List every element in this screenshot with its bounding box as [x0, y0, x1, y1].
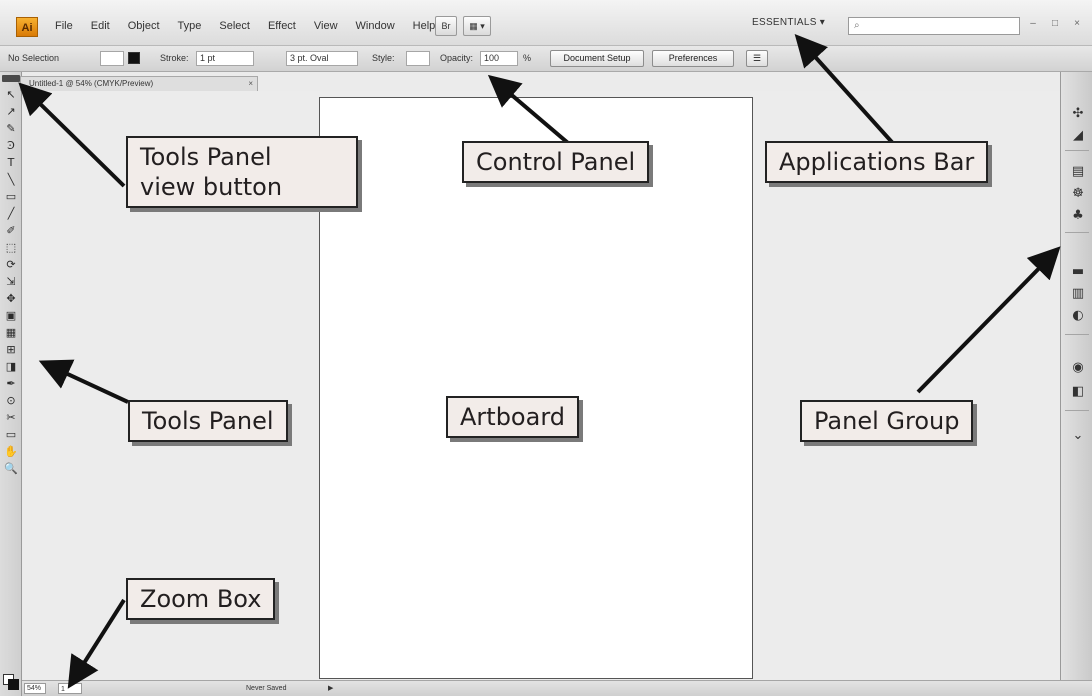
applications-bar: Ai File Edit Object Type Select Effect V… — [0, 0, 1092, 46]
layers-panel-icon[interactable]: ⌄ — [1069, 428, 1087, 444]
arrange-documents-button[interactable]: ▦ ▾ — [463, 16, 491, 36]
line-tool-icon[interactable]: ╲ — [3, 171, 19, 188]
brush-definition-dropdown[interactable]: 3 pt. Oval — [286, 51, 358, 66]
stroke-swatch[interactable] — [8, 679, 19, 690]
selection-status: No Selection — [8, 53, 60, 63]
callout-zoom-box: Zoom Box — [126, 578, 276, 620]
tools-list: ↖ ↗ ✎ Ͽ T ╲ ▭ ╱ ✐ ⬚ ⟳ ⇲ ✥ ▣ ▦ ⊞ ◨ ✒ ⊙ ✂ … — [3, 86, 19, 477]
menu-effect[interactable]: Effect — [261, 19, 303, 33]
document-tab-title: Untitled-1 @ 54% (CMYK/Preview) — [29, 79, 154, 88]
gradient-panel-icon[interactable]: ▥ — [1069, 286, 1087, 302]
rectangle-tool-icon[interactable]: ▭ — [3, 188, 19, 205]
window-controls: – □ × — [1024, 17, 1086, 31]
fill-stroke-selector[interactable] — [3, 672, 19, 690]
search-icon: ⌕ — [854, 20, 860, 31]
callout-tools-panel-view-button: Tools Panel view button — [126, 136, 358, 208]
panel-divider — [1065, 232, 1089, 233]
magic-wand-tool-icon[interactable]: ✎ — [3, 120, 19, 137]
callout-text-line-2: view button — [140, 173, 283, 201]
type-tool-icon[interactable]: T — [3, 154, 19, 171]
hand-tool-icon[interactable]: ✋ — [3, 443, 19, 460]
selection-tool-icon[interactable]: ↖ — [3, 86, 19, 103]
artboard-navigation-field[interactable]: 1 — [58, 683, 82, 694]
control-panel: No Selection Stroke: 1 pt 3 pt. Oval Sty… — [0, 46, 1092, 72]
color-guide-panel-icon[interactable]: ✣ — [1069, 106, 1087, 122]
menu-window[interactable]: Window — [349, 19, 402, 33]
illustrator-logo: Ai — [16, 17, 38, 37]
close-button[interactable]: × — [1068, 17, 1086, 31]
stroke-color-swatch[interactable] — [128, 52, 140, 64]
document-tab[interactable]: Untitled-1 @ 54% (CMYK/Preview) × — [20, 76, 258, 91]
menu-file[interactable]: File — [48, 19, 80, 33]
callout-applications-bar: Applications Bar — [765, 141, 989, 183]
graphic-styles-panel-icon[interactable]: ◧ — [1069, 384, 1087, 400]
menu-object[interactable]: Object — [121, 19, 167, 33]
panel-divider — [1065, 410, 1089, 411]
panel-divider — [1065, 334, 1089, 335]
document-status[interactable]: Never Saved — [246, 683, 286, 694]
tools-panel: ↖ ↗ ✎ Ͽ T ╲ ▭ ╱ ✐ ⬚ ⟳ ⇲ ✥ ▣ ▦ ⊞ ◨ ✒ ⊙ ✂ … — [0, 72, 22, 696]
mesh-tool-icon[interactable]: ⊞ — [3, 341, 19, 358]
opacity-label[interactable]: Opacity: — [440, 53, 473, 63]
minimize-button[interactable]: – — [1024, 17, 1042, 31]
style-label: Style: — [372, 53, 395, 63]
panel-menu-button[interactable]: ☰ — [746, 50, 768, 67]
direct-selection-tool-icon[interactable]: ↗ — [3, 103, 19, 120]
workspace-switcher[interactable]: ESSENTIALS ▾ — [752, 17, 825, 28]
menu-edit[interactable]: Edit — [84, 19, 117, 33]
callout-artboard: Artboard — [446, 396, 579, 438]
color-panel-icon[interactable]: ◢ — [1069, 128, 1087, 144]
brushes-panel-icon[interactable]: ♣ — [1069, 208, 1087, 224]
appearance-panel-icon[interactable]: ◉ — [1069, 360, 1087, 376]
menu-bar: File Edit Object Type Select Effect View… — [48, 19, 442, 33]
artboard-tool-icon[interactable]: ▭ — [3, 426, 19, 443]
graphic-style-dropdown[interactable] — [406, 51, 430, 66]
symbol-sprayer-tool-icon[interactable]: ▣ — [3, 307, 19, 324]
zoom-box[interactable]: 54% — [24, 683, 46, 694]
status-bar: 54% 1 Never Saved ▶ — [22, 680, 1092, 696]
scale-tool-icon[interactable]: ⇲ — [3, 273, 19, 290]
eraser-tool-icon[interactable]: ⬚ — [3, 239, 19, 256]
pencil-tool-icon[interactable]: ✐ — [3, 222, 19, 239]
document-setup-button[interactable]: Document Setup — [550, 50, 644, 67]
panel-group: ✣ ◢ ▤ ☸ ♣ ▬ ▥ ◐ ◉ ◧ ⌄ — [1060, 72, 1092, 680]
bridge-button[interactable]: Br — [435, 16, 457, 36]
menu-select[interactable]: Select — [212, 19, 257, 33]
fill-color-dropdown[interactable] — [100, 51, 124, 66]
callout-text-line-1: Tools Panel — [140, 143, 272, 171]
blend-tool-icon[interactable]: ⊙ — [3, 392, 19, 409]
illustrator-window: Ai File Edit Object Type Select Effect V… — [0, 0, 1092, 696]
preferences-button[interactable]: Preferences — [652, 50, 734, 67]
panel-divider — [1065, 150, 1089, 151]
stroke-label[interactable]: Stroke: — [160, 53, 189, 63]
maximize-button[interactable]: □ — [1046, 17, 1064, 31]
opacity-field[interactable]: 100 — [480, 51, 518, 66]
rotate-tool-icon[interactable]: ⟳ — [3, 256, 19, 273]
opacity-unit: % — [523, 53, 532, 63]
graph-tool-icon[interactable]: ▦ — [3, 324, 19, 341]
eyedropper-tool-icon[interactable]: ✒ — [3, 375, 19, 392]
menu-view[interactable]: View — [307, 19, 345, 33]
symbols-panel-icon[interactable]: ☸ — [1069, 186, 1087, 202]
status-menu-arrow[interactable]: ▶ — [328, 683, 333, 694]
transparency-panel-icon[interactable]: ◐ — [1069, 308, 1087, 324]
free-transform-tool-icon[interactable]: ✥ — [3, 290, 19, 307]
callout-panel-group: Panel Group — [800, 400, 974, 442]
search-input[interactable]: ⌕ — [848, 17, 1020, 35]
callout-tools-panel: Tools Panel — [128, 400, 288, 442]
scissors-tool-icon[interactable]: ✂ — [3, 409, 19, 426]
stroke-panel-icon[interactable]: ▬ — [1069, 264, 1087, 280]
paintbrush-tool-icon[interactable]: ╱ — [3, 205, 19, 222]
menu-type[interactable]: Type — [171, 19, 209, 33]
artboard[interactable] — [319, 97, 753, 679]
stroke-weight-field[interactable]: 1 pt — [196, 51, 254, 66]
close-icon[interactable]: × — [248, 77, 253, 91]
gradient-tool-icon[interactable]: ◨ — [3, 358, 19, 375]
tools-panel-view-button[interactable] — [2, 75, 20, 82]
zoom-tool-icon[interactable]: 🔍 — [3, 460, 19, 477]
lasso-tool-icon[interactable]: Ͽ — [3, 137, 19, 154]
callout-control-panel: Control Panel — [462, 141, 650, 183]
swatches-panel-icon[interactable]: ▤ — [1069, 164, 1087, 180]
